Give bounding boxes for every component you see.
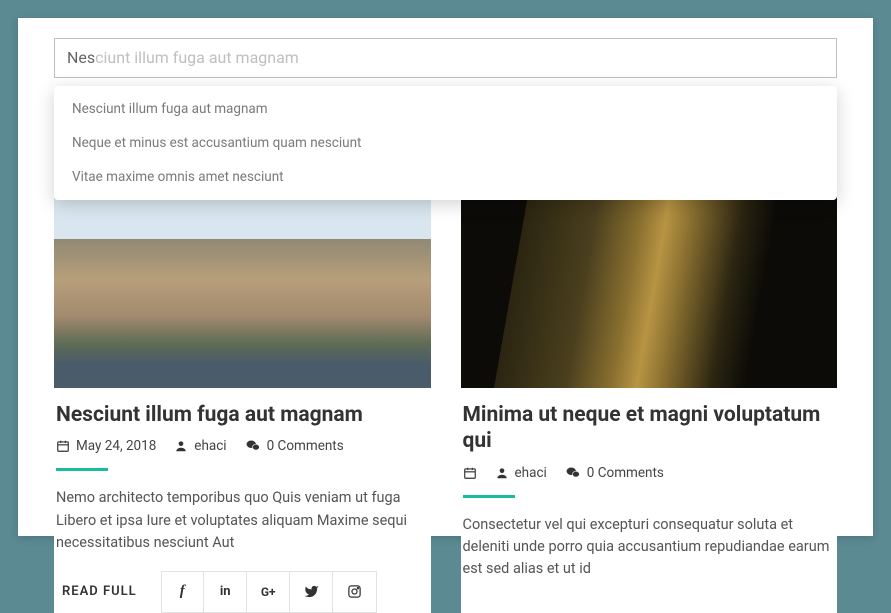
post-title[interactable]: Nesciunt illum fuga aut magnam (56, 402, 429, 428)
search-input[interactable] (54, 38, 837, 78)
read-more-button[interactable]: READ FULL (56, 572, 143, 611)
post-card: Minima ut neque et magni voluptatum qui … (461, 148, 838, 613)
search-suggestions: Nesciunt illum fuga aut magnam Neque et … (54, 86, 837, 200)
suggestion-item[interactable]: Vitae maxime omnis amet nesciunt (54, 160, 837, 194)
post-comments[interactable]: 0 Comments (587, 465, 664, 481)
suggestion-item[interactable]: Nesciunt illum fuga aut magnam (54, 92, 837, 126)
post-meta: ehaci 0 Comments (463, 465, 836, 481)
post-body: Minima ut neque et magni voluptatum qui … (461, 388, 838, 581)
comments-icon (245, 439, 261, 453)
post-comments[interactable]: 0 Comments (267, 438, 344, 454)
post-excerpt: Consectetur vel qui excepturi consequatu… (463, 514, 836, 581)
post-card: Nesciunt illum fuga aut magnam May 24, 2… (54, 148, 431, 613)
post-excerpt: Nemo architecto temporibus quo Quis veni… (56, 487, 429, 554)
accent-divider (463, 495, 515, 498)
post-date: May 24, 2018 (76, 438, 156, 454)
post-meta: May 24, 2018 ehaci 0 Comments (56, 438, 429, 454)
post-body: Nesciunt illum fuga aut magnam May 24, 2… (54, 388, 431, 613)
user-icon (495, 466, 509, 480)
search-wrap: Nesciunt illum fuga aut magnam Nesciunt … (54, 38, 837, 78)
facebook-icon[interactable]: f (162, 572, 204, 612)
social-share: f in G+ (161, 571, 377, 613)
post-title[interactable]: Minima ut neque et magni voluptatum qui (463, 402, 836, 455)
post-author[interactable]: ehaci (194, 438, 226, 454)
calendar-icon (56, 439, 70, 453)
accent-divider (56, 468, 108, 471)
post-author[interactable]: ehaci (515, 465, 547, 481)
posts-grid: Nesciunt illum fuga aut magnam May 24, 2… (54, 148, 837, 613)
suggestion-item[interactable]: Neque et minus est accusantium quam nesc… (54, 126, 837, 160)
comments-icon (565, 466, 581, 480)
post-footer: READ FULL f in G+ (56, 571, 429, 613)
calendar-icon (463, 466, 477, 480)
googleplus-icon[interactable]: G+ (248, 572, 290, 612)
twitter-icon[interactable] (291, 572, 333, 612)
user-icon (174, 439, 188, 453)
linkedin-icon[interactable]: in (205, 572, 247, 612)
page-container: Nesciunt illum fuga aut magnam Nesciunt … (18, 18, 873, 536)
instagram-icon[interactable] (334, 572, 376, 612)
